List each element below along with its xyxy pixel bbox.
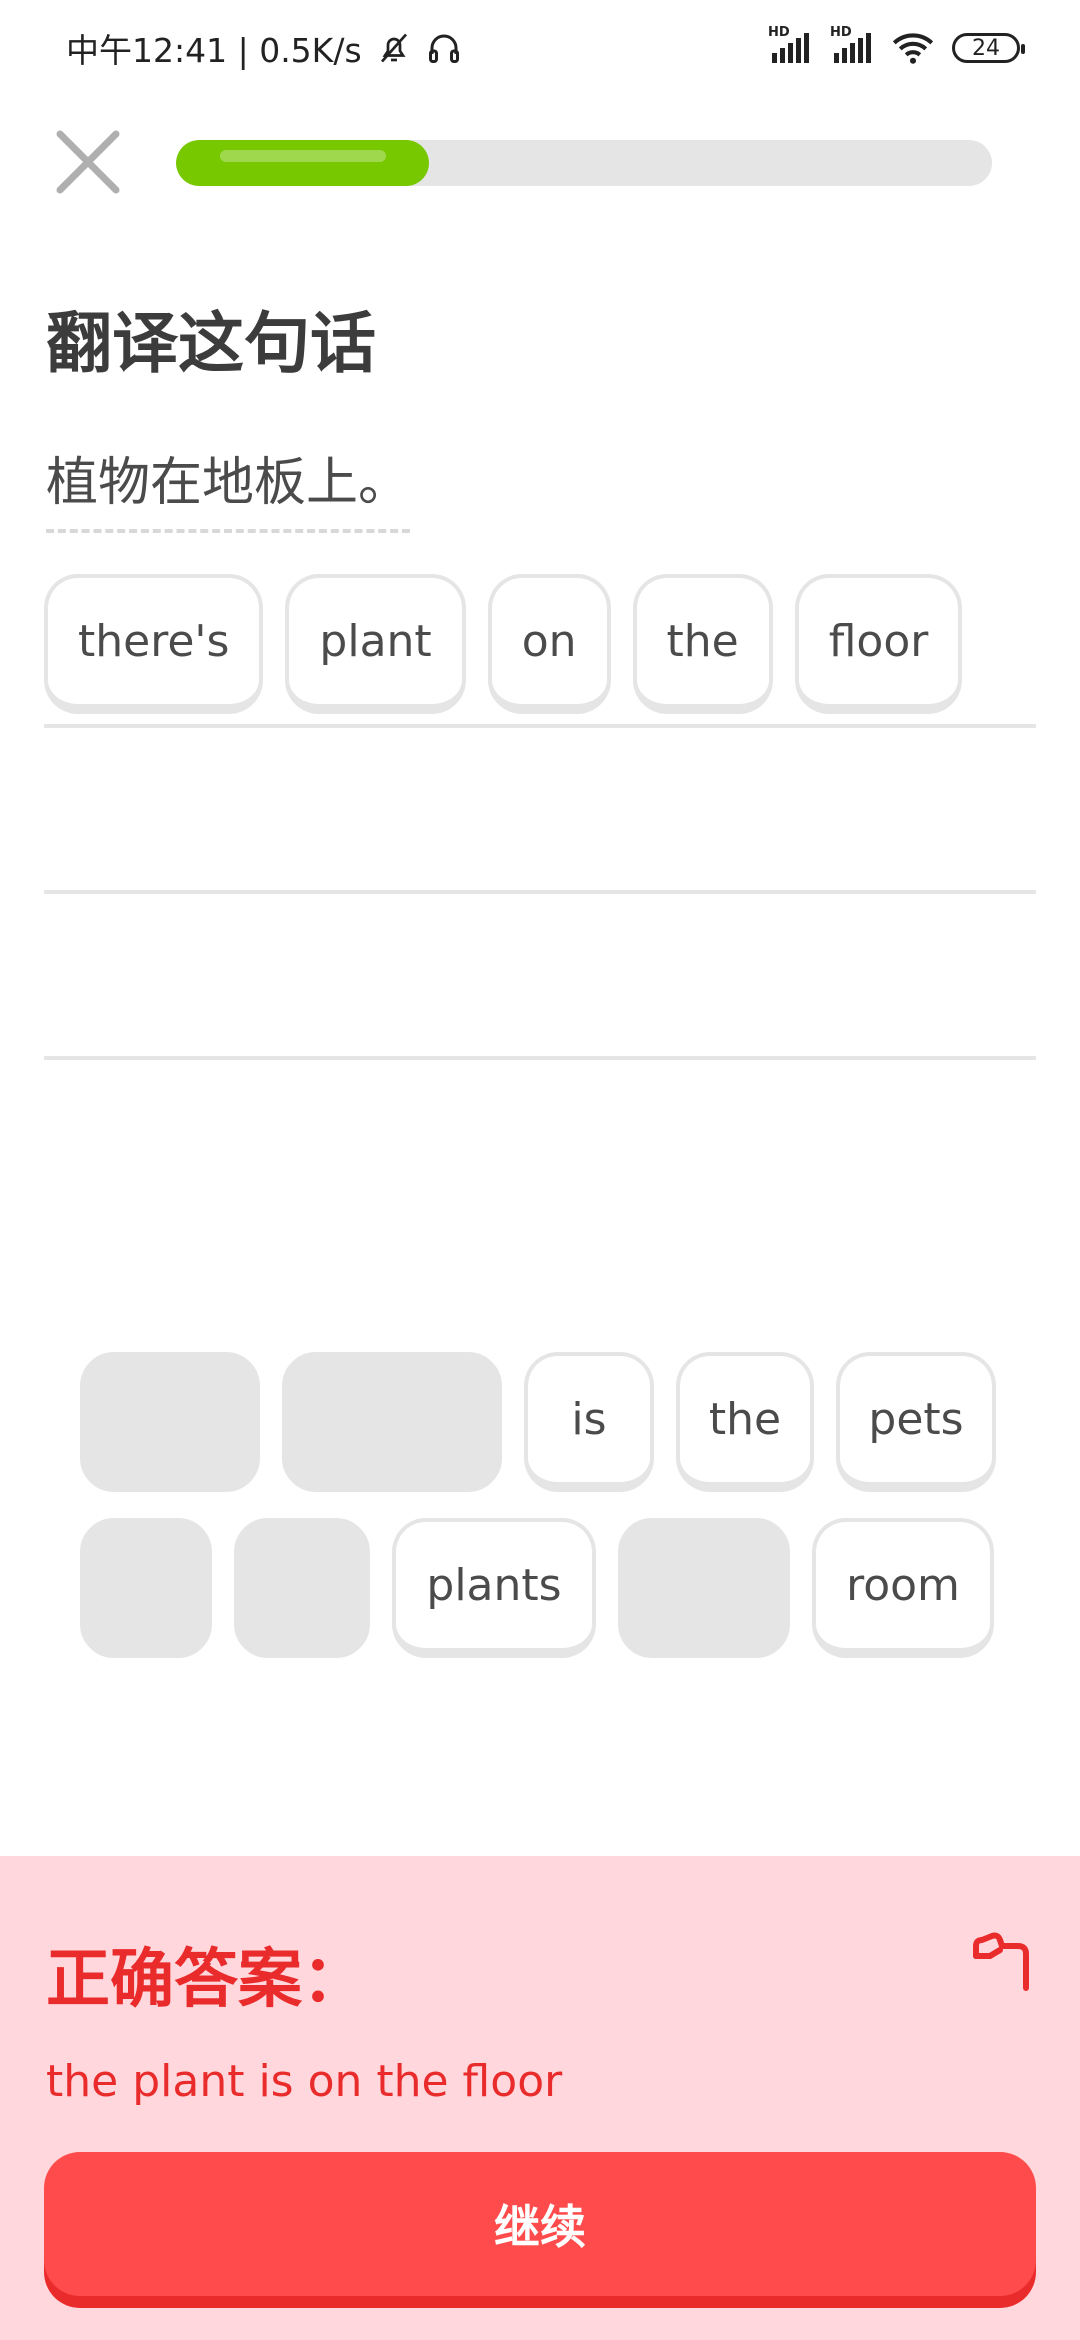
word-bank-slot-empty [80, 1518, 212, 1658]
feedback-panel: 正确答案： the plant is on the floor 继续 [0, 1856, 1080, 2340]
answer-word-chip[interactable]: there's [44, 574, 264, 714]
prompt-sentence[interactable]: 植物在地板上。 [46, 440, 411, 533]
wifi-icon [892, 33, 934, 64]
bell-off-icon [380, 33, 407, 63]
word-bank-slot-empty [80, 1352, 260, 1492]
continue-button[interactable]: 继续 [44, 2152, 1036, 2296]
answer-line [44, 1056, 1036, 1060]
answer-word-chip[interactable]: floor [794, 574, 963, 714]
answer-word-chip[interactable]: plant [285, 574, 466, 714]
close-icon[interactable] [52, 126, 124, 198]
progress-shine [220, 150, 386, 162]
word-bank-chip[interactable]: plants [392, 1518, 596, 1658]
signal-icon [772, 33, 809, 63]
answer-line [44, 724, 1036, 728]
status-time-speed: 中午12:41 | 0.5K/s [66, 31, 362, 70]
status-bar: 中午12:41 | 0.5K/s HD HD 24 [0, 0, 1080, 96]
answer-word-chip[interactable]: on [487, 574, 611, 714]
lesson-progress-bar [176, 140, 992, 186]
answer-area: there's plant on the floor [44, 574, 1036, 714]
word-bank-slot-empty [618, 1518, 790, 1658]
correct-answer-text: the plant is on the floor [46, 2056, 563, 2107]
word-bank-row: plants room [80, 1518, 1000, 1658]
battery-level: 24 [972, 35, 1000, 61]
lesson-screen: 中午12:41 | 0.5K/s HD HD 24 翻译这句话 植物在地板上。 … [0, 0, 1080, 2340]
word-bank-slot-empty [282, 1352, 502, 1492]
word-bank-chip[interactable]: room [812, 1518, 994, 1658]
word-bank-chip[interactable]: the [676, 1352, 814, 1492]
progress-fill [176, 140, 429, 186]
answer-word-chip[interactable]: the [632, 574, 773, 714]
answer-line [44, 890, 1036, 894]
word-bank-chip[interactable]: is [524, 1352, 654, 1492]
page-title: 翻译这句话 [46, 305, 376, 382]
word-bank-row: is the pets [80, 1352, 1000, 1492]
word-bank-slot-empty [234, 1518, 370, 1658]
correct-answer-heading: 正确答案： [46, 1943, 366, 2017]
word-bank-chip[interactable]: pets [836, 1352, 996, 1492]
battery-icon: 24 [952, 33, 1025, 63]
flag-icon[interactable] [970, 1926, 1034, 1996]
headphones-icon [428, 34, 459, 63]
signal-icon [834, 33, 871, 63]
answer-row: there's plant on the floor [44, 574, 1036, 714]
